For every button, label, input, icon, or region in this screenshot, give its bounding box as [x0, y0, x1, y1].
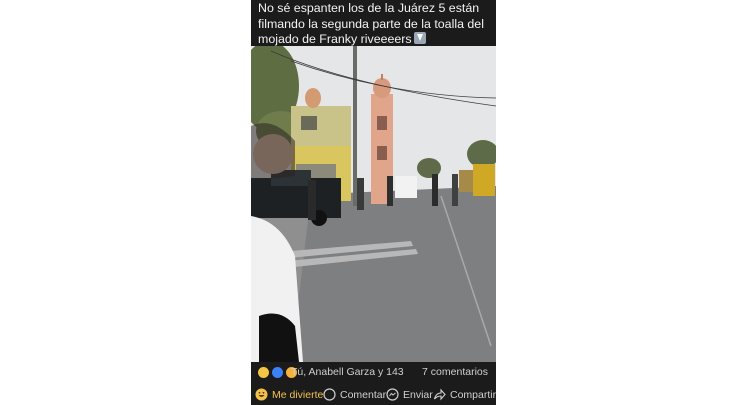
send-button-label: Enviar: [403, 388, 433, 401]
post-video[interactable]: [251, 46, 496, 362]
share-button-label: Compartir: [450, 388, 497, 401]
share-button[interactable]: Compartir: [433, 388, 496, 401]
haha-reaction-icon: [257, 366, 270, 379]
send-button[interactable]: Enviar: [386, 388, 433, 401]
comment-button-label: Comentar: [340, 388, 387, 401]
reactors-summary[interactable]: Tú, Anabell Garza y 143: [291, 366, 404, 378]
reaction-button-label: Me divierte: [272, 388, 324, 401]
video-frame: [251, 46, 496, 362]
down-arrow-icon: [413, 32, 426, 44]
messenger-icon: [386, 388, 399, 401]
reaction-button[interactable]: Me divierte: [255, 388, 323, 401]
comment-button[interactable]: Comentar: [323, 388, 386, 401]
share-icon: [433, 388, 446, 401]
post-actions: Me divierte Comentar Enviar Compartir: [251, 385, 496, 405]
haha-icon: [255, 388, 268, 401]
facebook-post: No sé espanten los de la Juárez 5 están …: [251, 0, 496, 405]
post-caption: No sé espanten los de la Juárez 5 están …: [258, 1, 494, 48]
comments-count[interactable]: 7 comentarios: [422, 366, 488, 378]
reactions-bar: Tú, Anabell Garza y 143 7 comentarios: [251, 362, 496, 382]
comment-icon: [323, 388, 336, 401]
post-caption-text: No sé espanten los de la Juárez 5 están …: [258, 1, 484, 46]
like-reaction-icon: [270, 366, 284, 379]
